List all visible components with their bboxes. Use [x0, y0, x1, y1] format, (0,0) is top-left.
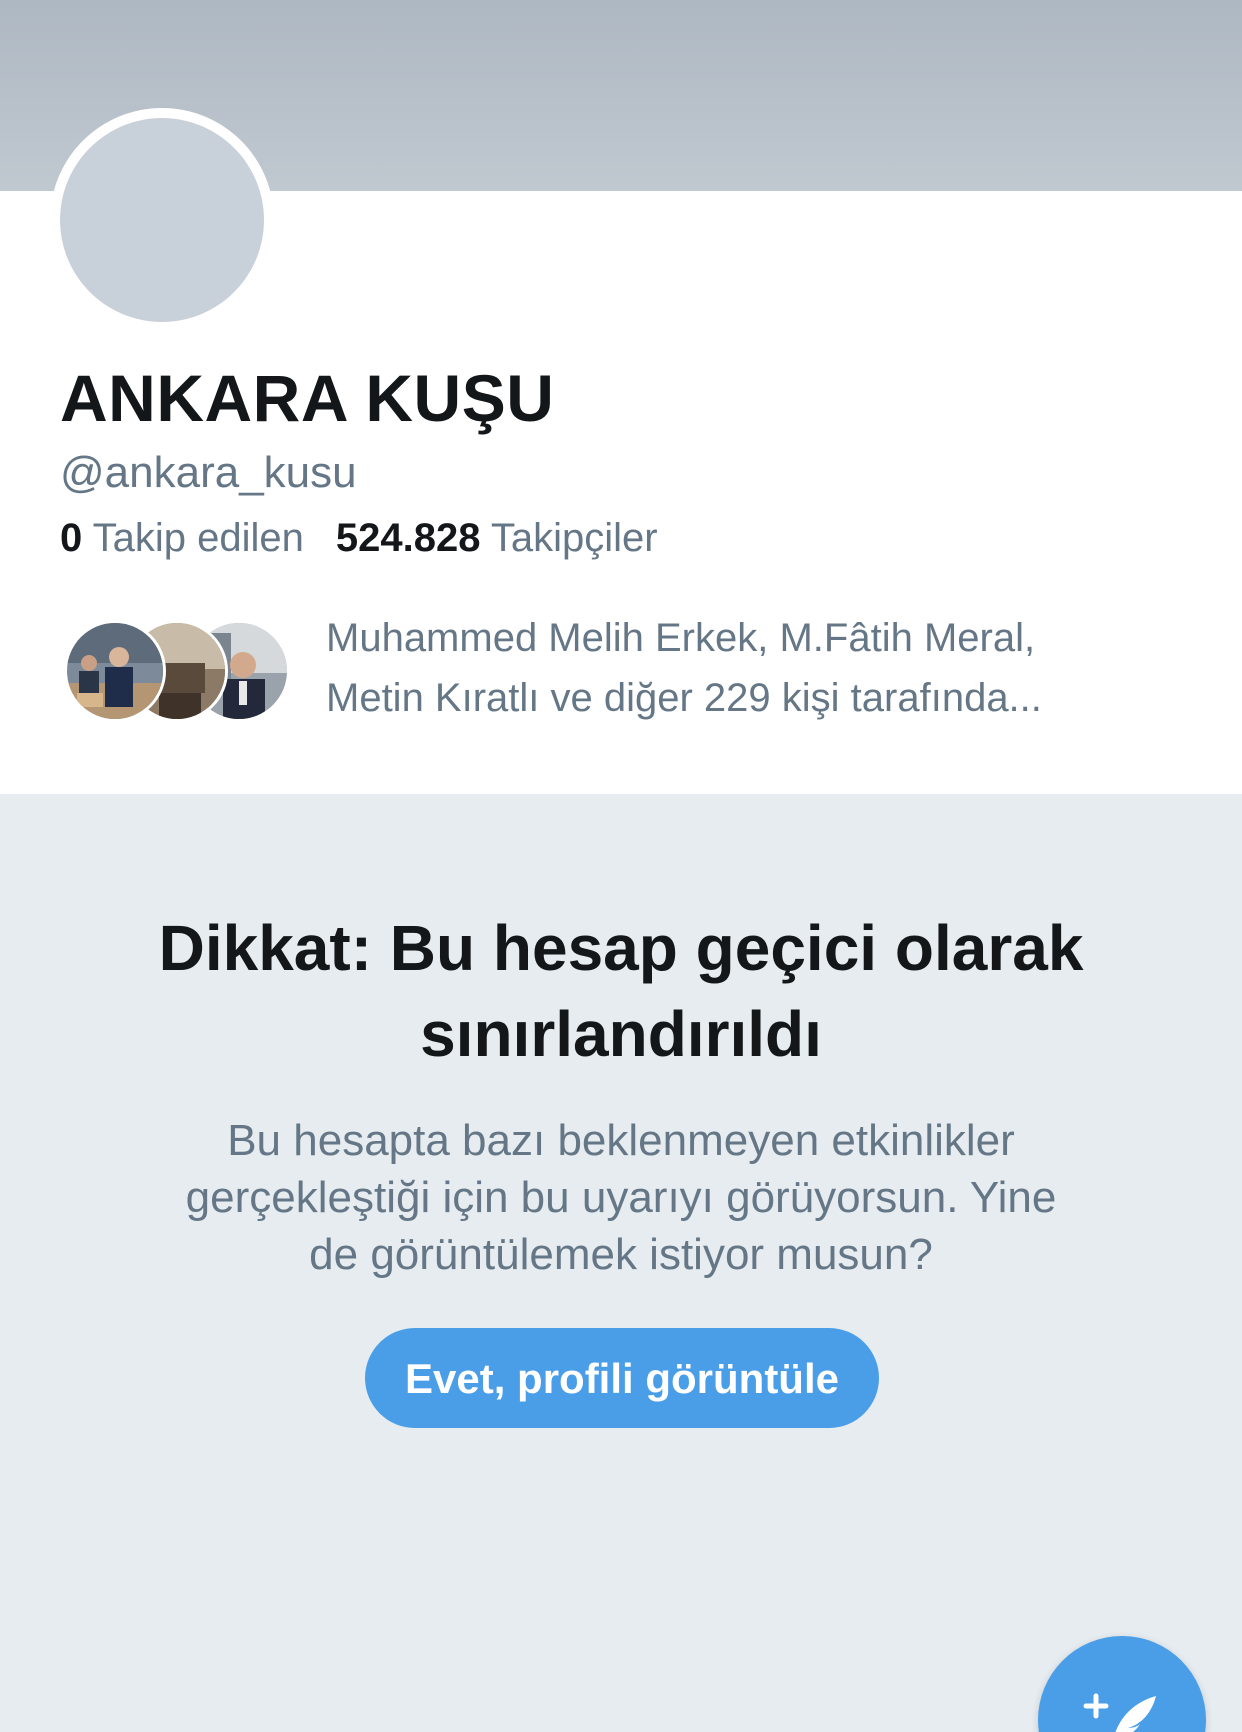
- profile-display-name: ANKARA KUŞU: [60, 361, 555, 435]
- warning-title-line: sınırlandırıldı: [420, 998, 822, 1070]
- warning-message-line: gerçekleştiği için bu uyarıyı görüyorsun…: [185, 1173, 1057, 1222]
- follow-stats: 0 Takip edilen 524.828 Takipçiler: [60, 516, 658, 561]
- followed-by-line: Metin Kıratlı ve diğer 229 kişi tarafınd…: [326, 676, 1042, 720]
- followers-link[interactable]: 524.828 Takipçiler: [336, 516, 658, 560]
- default-avatar-placeholder: [60, 118, 264, 322]
- warning-message-line: de görüntülemek istiyor musun?: [309, 1230, 933, 1279]
- warning-message-line: Bu hesapta bazı beklenmeyen etkinlikler: [227, 1116, 1015, 1165]
- followed-by-avatars[interactable]: [64, 620, 294, 724]
- profile-avatar[interactable]: [50, 108, 274, 332]
- compose-tweet-icon: [1083, 1693, 1156, 1732]
- followed-by-line: Muhammed Melih Erkek, M.Fâtih Meral,: [326, 616, 1036, 660]
- following-link[interactable]: 0 Takip edilen: [60, 516, 304, 560]
- follower-avatar: [64, 620, 166, 722]
- followers-count: 524.828: [335, 516, 481, 560]
- compose-tweet-button[interactable]: [1038, 1636, 1206, 1732]
- view-profile-button[interactable]: Evet, profili görüntüle: [365, 1328, 879, 1428]
- profile-handle: @ankara_kusu: [60, 448, 357, 497]
- warning-title: Dikkat: Bu hesap geçici olarak sınırland…: [60, 905, 1182, 1077]
- warning-title-line: Dikkat: Bu hesap geçici olarak: [158, 912, 1084, 984]
- following-count: 0: [60, 516, 83, 560]
- followers-label: Takipçiler: [490, 516, 658, 560]
- following-label: Takip edilen: [92, 516, 304, 560]
- followed-by-text[interactable]: Muhammed Melih Erkek, M.Fâtih Meral, Met…: [326, 608, 1126, 728]
- warning-message: Bu hesapta bazı beklenmeyen etkinlikler …: [100, 1112, 1142, 1283]
- profile-page: ANKARA KUŞU @ankara_kusu 0 Takip edilen 5…: [0, 0, 1242, 1732]
